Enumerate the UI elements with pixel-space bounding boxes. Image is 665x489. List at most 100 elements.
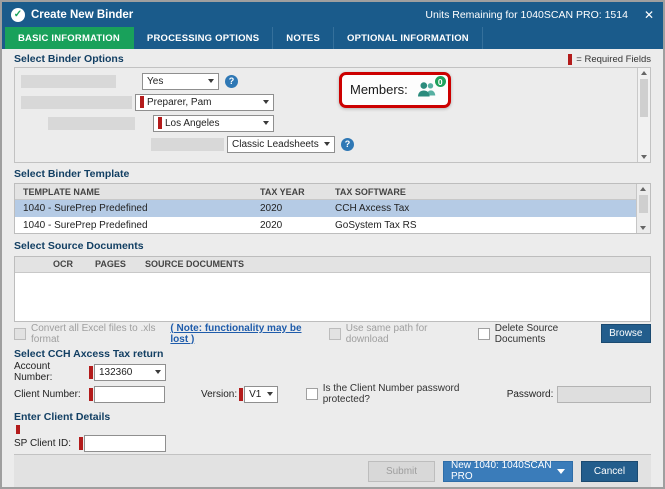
source-documents-empty-list bbox=[15, 272, 650, 321]
tax-software-cell: GoSystem Tax RS bbox=[335, 219, 417, 231]
chevron-down-icon bbox=[151, 365, 165, 380]
preparer-value: Preparer, Pam bbox=[147, 96, 212, 108]
field-label-redacted bbox=[21, 95, 132, 109]
required-marker-icon bbox=[140, 96, 144, 109]
template-row-selected[interactable]: 1040 - SurePrep Predefined 2020 CCH Axce… bbox=[15, 200, 636, 218]
section-title-tax-return: Select CCH Axcess Tax return bbox=[14, 347, 164, 360]
scroll-down-icon[interactable] bbox=[637, 223, 649, 233]
template-table-scrollbar[interactable] bbox=[636, 184, 650, 234]
required-fields-legend-text: = Required Fields bbox=[576, 53, 651, 65]
field-label-redacted bbox=[21, 74, 116, 88]
browse-button[interactable]: Browse bbox=[600, 324, 651, 344]
binder-type-dropdown[interactable]: New 1040: 1040SCAN PRO bbox=[443, 460, 573, 482]
password-input[interactable] bbox=[557, 385, 651, 403]
sp-client-id-input[interactable] bbox=[84, 435, 166, 453]
titlebar: ✓ Create New Binder Units Remaining for … bbox=[2, 2, 663, 27]
section-title-source-documents: Select Source Documents bbox=[14, 240, 144, 253]
convert-excel-checkbox[interactable] bbox=[14, 327, 26, 340]
col-tax-software[interactable]: TAX SOFTWARE bbox=[335, 187, 636, 197]
tax-year-cell: 2020 bbox=[260, 219, 283, 231]
source-table-main: OCR PAGES SOURCE DOCUMENTS bbox=[15, 256, 650, 321]
note-functionality-link[interactable]: ( Note: functionality may be lost ) bbox=[170, 323, 306, 345]
scrollbar-thumb[interactable] bbox=[639, 195, 648, 214]
members-count-badge: 0 bbox=[433, 75, 447, 89]
template-name-cell: 1040 - SurePrep Predefined bbox=[23, 202, 148, 214]
help-icon[interactable]: ? bbox=[225, 74, 238, 88]
members-highlight-annotation: Members: 0 bbox=[339, 71, 451, 108]
tax-year-cell: 2020 bbox=[260, 202, 283, 214]
binder-options-panel: Yes ? Preparer, Pam Los Angeles Classic … bbox=[14, 66, 651, 163]
binder-option-row: Preparer, Pam bbox=[21, 93, 632, 111]
scroll-down-icon[interactable] bbox=[638, 152, 650, 162]
col-tax-year[interactable]: TAX YEAR bbox=[260, 187, 335, 197]
col-template-name[interactable]: TEMPLATE NAME bbox=[15, 187, 260, 197]
submit-button[interactable]: Submit bbox=[368, 460, 435, 482]
preparer-dropdown[interactable]: Preparer, Pam bbox=[135, 93, 274, 111]
cancel-button[interactable]: Cancel bbox=[581, 460, 638, 482]
tab-optional-information[interactable]: OPTIONAL INFORMATION bbox=[334, 27, 483, 49]
client-number-label: Client Number: bbox=[14, 388, 81, 400]
required-marker-icon bbox=[239, 387, 244, 401]
password-label: Password: bbox=[506, 388, 554, 400]
tab-notes[interactable]: NOTES bbox=[273, 27, 334, 49]
field-label-redacted bbox=[151, 137, 224, 151]
version-dropdown[interactable]: V1 bbox=[244, 385, 278, 403]
chevron-down-icon bbox=[259, 116, 273, 131]
binder-option-row: Yes ? bbox=[21, 72, 632, 90]
app-check-icon: ✓ bbox=[11, 7, 25, 22]
options-scrollbar[interactable] bbox=[637, 67, 650, 162]
leadsheet-value: Classic Leadsheets bbox=[232, 138, 319, 150]
chevron-down-icon bbox=[263, 387, 277, 402]
required-marker-icon bbox=[79, 437, 83, 451]
scroll-up-icon[interactable] bbox=[638, 68, 650, 78]
required-marker-icon bbox=[568, 53, 573, 65]
section-title-binder-options: Select Binder Options bbox=[14, 53, 124, 66]
leadsheet-dropdown[interactable]: Classic Leadsheets bbox=[227, 135, 335, 153]
binder-option-row: Los Angeles bbox=[21, 114, 632, 132]
same-path-checkbox[interactable] bbox=[328, 327, 341, 340]
template-row[interactable]: 1040 - SurePrep Predefined 2020 GoSystem… bbox=[15, 217, 636, 233]
client-number-input[interactable] bbox=[94, 385, 165, 403]
tax-software-cell: CCH Axcess Tax bbox=[335, 202, 410, 214]
template-table-header: TEMPLATE NAME TAX YEAR TAX SOFTWARE bbox=[15, 184, 636, 201]
sp-client-id-row: SP Client ID: bbox=[14, 434, 651, 454]
account-number-label: Account Number: bbox=[14, 361, 53, 384]
scroll-up-icon[interactable] bbox=[637, 184, 649, 194]
tabbar: BASIC INFORMATION PROCESSING OPTIONS NOT… bbox=[2, 27, 663, 49]
help-icon[interactable]: ? bbox=[341, 137, 354, 151]
account-number-dropdown[interactable]: 132360 bbox=[94, 363, 166, 381]
col-ocr[interactable]: OCR bbox=[53, 259, 95, 269]
account-number-value: 132360 bbox=[99, 366, 133, 378]
create-new-binder-dialog: ✓ Create New Binder Units Remaining for … bbox=[0, 0, 665, 489]
section-title-client-details: Enter Client Details bbox=[14, 410, 111, 423]
tab-processing-options[interactable]: PROCESSING OPTIONS bbox=[134, 27, 274, 49]
account-number-row: Account Number: 132360 bbox=[14, 361, 651, 383]
required-fields-legend: = Required Fields bbox=[568, 53, 651, 65]
sp-client-id-label: SP Client ID: bbox=[14, 438, 72, 450]
dialog-content: Select Binder Options = Required Fields … bbox=[2, 49, 663, 487]
password-protected-checkbox[interactable] bbox=[305, 388, 318, 401]
col-pages[interactable]: PAGES bbox=[95, 259, 145, 269]
chevron-down-icon bbox=[259, 95, 273, 110]
col-source-documents[interactable]: SOURCE DOCUMENTS bbox=[145, 259, 650, 269]
members-label: Members: bbox=[350, 82, 408, 98]
binder-template-table: TEMPLATE NAME TAX YEAR TAX SOFTWARE 1040… bbox=[14, 183, 651, 235]
scrollbar-thumb[interactable] bbox=[640, 78, 648, 117]
delete-source-documents-label: Delete Source Documents bbox=[494, 322, 559, 345]
required-marker-icon bbox=[16, 424, 20, 434]
chevron-down-icon bbox=[204, 74, 218, 89]
members-group-icon[interactable]: 0 bbox=[415, 75, 447, 98]
version-value: V1 bbox=[249, 388, 262, 400]
binder-type-value: New 1040: 1040SCAN PRO bbox=[451, 460, 552, 482]
option1-dropdown[interactable]: Yes bbox=[142, 72, 219, 90]
template-table-main: TEMPLATE NAME TAX YEAR TAX SOFTWARE 1040… bbox=[15, 184, 636, 233]
delete-source-documents-checkbox[interactable] bbox=[477, 327, 490, 340]
source-table-header: OCR PAGES SOURCE DOCUMENTS bbox=[15, 256, 650, 273]
template-name-cell: 1040 - SurePrep Predefined bbox=[23, 219, 148, 231]
chevron-down-icon bbox=[557, 468, 565, 474]
dialog-footer: Submit New 1040: 1040SCAN PRO Cancel bbox=[14, 454, 651, 487]
section-title-binder-template: Select Binder Template bbox=[14, 167, 130, 180]
tab-basic-information[interactable]: BASIC INFORMATION bbox=[5, 27, 134, 49]
office-dropdown[interactable]: Los Angeles bbox=[153, 114, 274, 132]
close-icon[interactable]: ✕ bbox=[644, 8, 654, 22]
